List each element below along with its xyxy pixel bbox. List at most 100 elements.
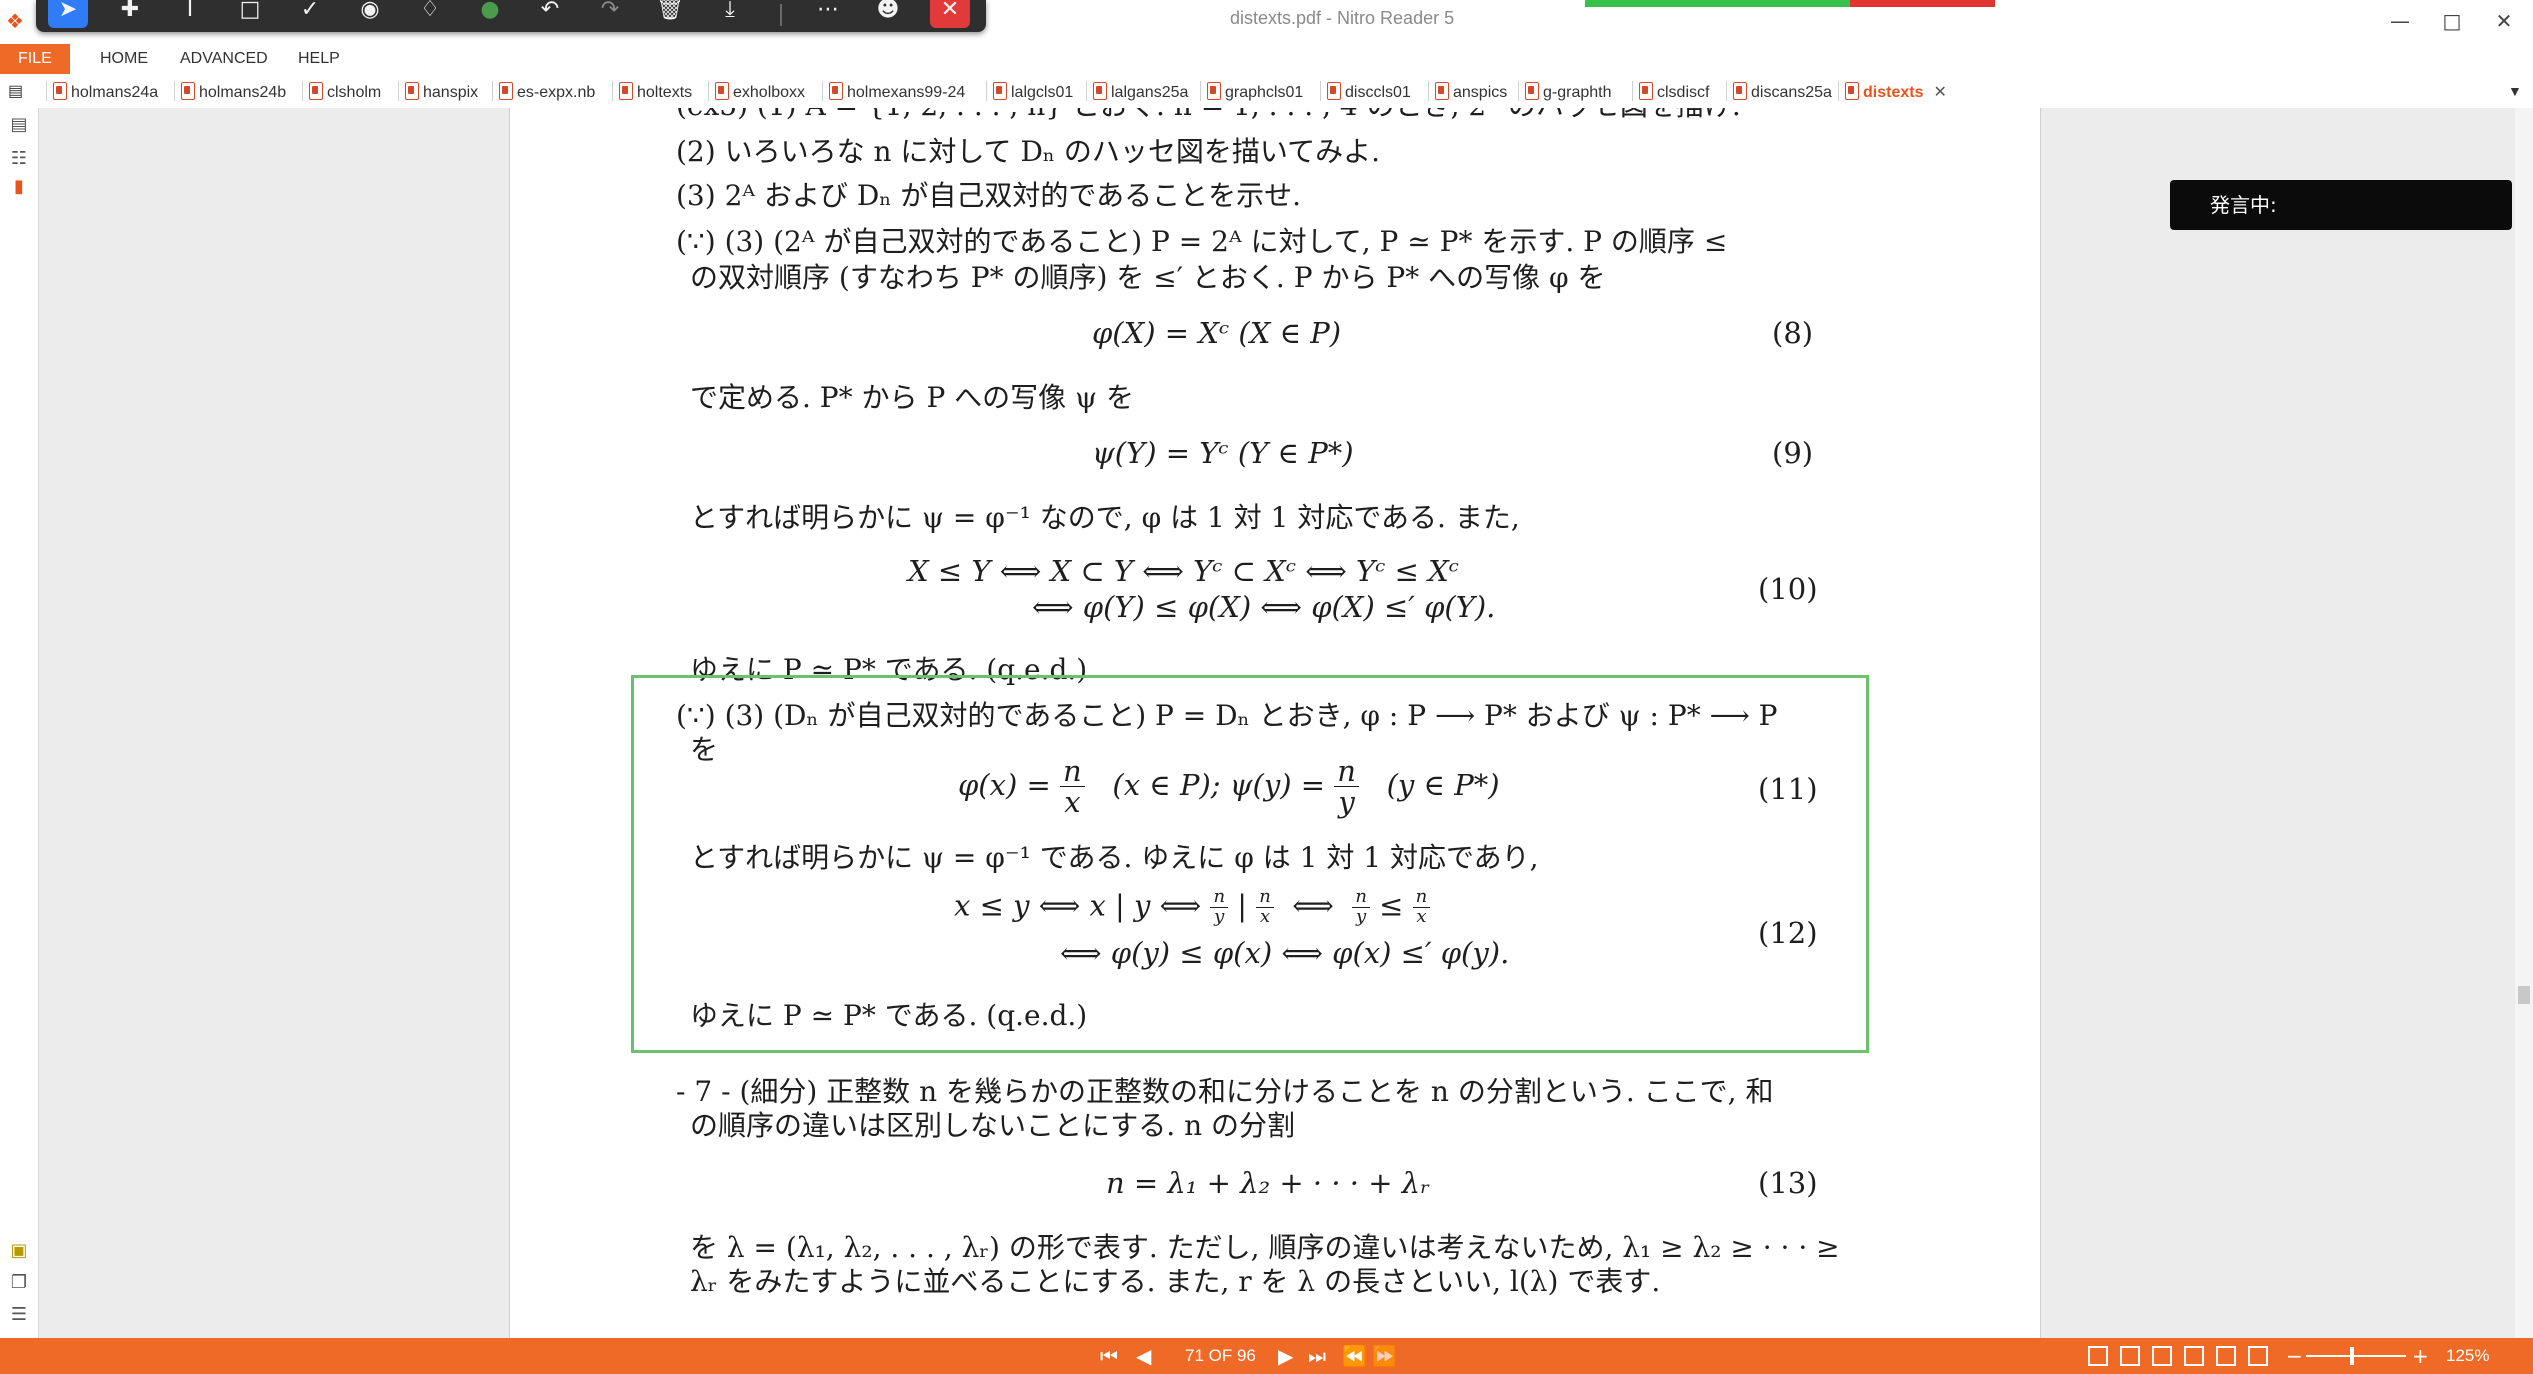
previous-page-icon[interactable]: ◀ bbox=[1136, 1344, 1151, 1368]
tab-overflow-chevron-icon[interactable]: ▼ bbox=[2508, 78, 2522, 104]
first-page-icon[interactable]: ⏮ bbox=[1100, 1344, 1118, 1368]
tab-graphcls01[interactable]: graphcls01 bbox=[1200, 80, 1303, 106]
equation-number: (9) bbox=[1772, 436, 1814, 470]
zoom-slider[interactable] bbox=[2306, 1355, 2406, 1357]
tab-disccls01[interactable]: disccls01 bbox=[1320, 80, 1411, 106]
tab-distexts-active[interactable]: distexts ✕ bbox=[1838, 80, 1947, 106]
close-window-button[interactable]: ✕ bbox=[2484, 6, 2524, 36]
pdf-file-icon bbox=[829, 82, 843, 100]
pdf-file-icon bbox=[1525, 82, 1539, 100]
comments-icon[interactable]: ▣ bbox=[8, 1240, 30, 1262]
document-view[interactable]: (ex5) (1) A = {1, 2, . . . , n} とおく. n =… bbox=[39, 108, 2515, 1338]
vertical-scrollbar[interactable] bbox=[2515, 108, 2533, 1338]
equation-10-line2: ⟺ φ(Y) ≤ φ(X) ⟺ φ(X) ≤′ φ(Y). bbox=[1032, 590, 1496, 624]
next-view-icon[interactable]: ⏩ bbox=[1372, 1344, 1397, 1368]
text-cursor-icon[interactable]: I bbox=[170, 0, 210, 28]
tab-holtexts[interactable]: holtexts bbox=[612, 80, 692, 106]
left-side-panel: ▤ ☷ ▮ ▣ ❐ ☰ bbox=[0, 108, 39, 1338]
tab-clsholm[interactable]: clsholm bbox=[302, 80, 381, 106]
tab-anspics[interactable]: anspics bbox=[1428, 80, 1507, 106]
pdf-file-icon bbox=[1733, 82, 1747, 100]
copy-pages-icon[interactable]: ❐ bbox=[8, 1272, 30, 1294]
pdf-page: (ex5) (1) A = {1, 2, . . . , n} とおく. n =… bbox=[509, 108, 2041, 1338]
select-arrow-icon[interactable]: ➤ bbox=[48, 0, 88, 28]
pan-move-icon[interactable]: ✚ bbox=[110, 0, 150, 28]
rectangle-annotation[interactable] bbox=[631, 675, 1869, 1053]
doc-line: で定める. P* から P への写像 ψ を bbox=[690, 381, 1134, 414]
menu-home[interactable]: HOME bbox=[100, 44, 148, 74]
facing-continuous-view-icon[interactable] bbox=[2184, 1346, 2204, 1366]
zoom-in-icon[interactable]: + bbox=[2412, 1344, 2429, 1368]
title-bar: ❖ distexts.pdf - Nitro Reader 5 — □ ✕ ➤ … bbox=[0, 0, 2533, 44]
color-circle-icon[interactable]: ● bbox=[470, 0, 510, 28]
doc-line: λᵣ をみたすように並べることにする. また, r を λ の長さといい, l(… bbox=[690, 1265, 1661, 1298]
undo-icon[interactable]: ↶ bbox=[530, 0, 570, 28]
redo-icon[interactable]: ↷ bbox=[590, 0, 630, 28]
equation-number: (10) bbox=[1758, 572, 1818, 606]
download-icon[interactable]: ⤓ bbox=[710, 0, 750, 28]
more-options-icon[interactable]: ⋯ bbox=[808, 0, 848, 28]
next-page-icon[interactable]: ▶ bbox=[1278, 1344, 1293, 1368]
zoom-slider-handle[interactable] bbox=[2350, 1347, 2354, 1365]
close-toolbar-icon[interactable]: ✕ bbox=[930, 0, 970, 28]
bookmarks-icon[interactable] bbox=[8, 144, 30, 166]
document-tab-bar: ▤ holmans24a holmans24b clsholm hanspix … bbox=[0, 74, 2533, 109]
doc-line: (2) いろいろな n に対して Dₙ のハッセ図を描いてみよ. bbox=[676, 135, 1380, 168]
pdf-file-icon bbox=[1093, 82, 1107, 100]
page-indicator[interactable]: 71 OF 96 bbox=[1185, 1346, 1256, 1366]
floating-toolbar: ➤ ✚ I □ ✓ ◉ ♢ ● ↶ ↷ 🗑 ⤓ ⋯ ☻ ✕ bbox=[36, 0, 986, 32]
doc-line: の双対順序 (すなわち P* の順序) を ≤′ とおく. P から P* への… bbox=[690, 261, 1606, 294]
pdf-file-icon bbox=[499, 82, 513, 100]
pdf-file-icon bbox=[1327, 82, 1341, 100]
tab-g-graphth[interactable]: g-graphth bbox=[1518, 80, 1612, 106]
continuous-view-icon[interactable] bbox=[2120, 1346, 2140, 1366]
menu-help[interactable]: HELP bbox=[298, 44, 340, 74]
tab-hanspix[interactable]: hanspix bbox=[398, 80, 478, 106]
nitro-app-icon[interactable]: ❖ bbox=[6, 10, 26, 32]
pdf-file-icon bbox=[715, 82, 729, 100]
tab-list-icon[interactable]: ▤ bbox=[8, 79, 23, 105]
checkmark-icon[interactable]: ✓ bbox=[290, 0, 330, 28]
doc-line: (ex5) (1) A = {1, 2, . . . , n} とおく. n =… bbox=[676, 108, 1741, 124]
zoom-out-icon[interactable]: − bbox=[2286, 1344, 2303, 1368]
tab-lalgans25a[interactable]: lalgans25a bbox=[1086, 80, 1188, 106]
tab-holmans24a[interactable]: holmans24a bbox=[46, 80, 158, 106]
doc-line: (∵) (3) (2ᴬ が自己双対的であること) P = 2ᴬ に対して, P … bbox=[676, 225, 1728, 258]
tab-es-expx[interactable]: es-expx.nb bbox=[492, 80, 595, 106]
minimize-button[interactable]: — bbox=[2380, 6, 2420, 36]
single-page-view-icon[interactable] bbox=[2088, 1346, 2108, 1366]
delete-trash-icon[interactable]: 🗑 bbox=[650, 0, 690, 28]
equation-10-line1: X ≤ Y ⟺ X ⊂ Y ⟺ Yᶜ ⊂ Xᶜ ⟺ Yᶜ ≤ Xᶜ bbox=[908, 554, 1460, 588]
tab-clsdiscf[interactable]: clsdiscf bbox=[1632, 80, 1709, 106]
tab-holmexans99-24[interactable]: holmexans99-24 bbox=[822, 80, 965, 106]
user-settings-icon[interactable]: ☻ bbox=[868, 0, 908, 28]
stamp-icon[interactable]: ◉ bbox=[350, 0, 390, 28]
scrollbar-thumb[interactable] bbox=[2518, 986, 2530, 1004]
facing-view-icon[interactable] bbox=[2152, 1346, 2172, 1366]
pdf-file-icon bbox=[309, 82, 323, 100]
tab-holmans24b[interactable]: holmans24b bbox=[174, 80, 286, 106]
zoom-level[interactable]: 125% bbox=[2446, 1346, 2489, 1366]
tab-exholboxx[interactable]: exholboxx bbox=[708, 80, 805, 106]
tab-lalgcls01[interactable]: lalgcls01 bbox=[986, 80, 1073, 106]
last-page-icon[interactable]: ⏭ bbox=[1308, 1344, 1326, 1368]
rectangle-select-icon[interactable]: □ bbox=[230, 0, 270, 28]
equation-9: ψ(Y) = Yᶜ (Y ∈ P*) bbox=[1092, 436, 1354, 470]
doc-line: とすれば明らかに ψ = φ⁻¹ なので, φ は 1 対 1 対応である. ま… bbox=[690, 501, 1520, 534]
previous-view-icon[interactable]: ⏪ bbox=[1342, 1344, 1367, 1368]
fullscreen-view-icon[interactable] bbox=[2216, 1346, 2236, 1366]
layers-list-icon[interactable]: ☰ bbox=[8, 1304, 30, 1326]
tab-discans25a[interactable]: discans25a bbox=[1726, 80, 1832, 106]
bookmark-ribbon-icon[interactable]: ▮ bbox=[8, 176, 30, 198]
menu-advanced[interactable]: ADVANCED bbox=[180, 44, 268, 74]
eraser-icon[interactable]: ♢ bbox=[410, 0, 450, 28]
progress-strip-red bbox=[1850, 0, 1995, 7]
presentation-view-icon[interactable] bbox=[2248, 1346, 2268, 1366]
pdf-file-icon bbox=[53, 82, 67, 100]
status-bar: ⏮ ◀ 71 OF 96 ▶ ⏭ ⏪ ⏩ − + 125% bbox=[0, 1338, 2533, 1374]
close-tab-icon[interactable]: ✕ bbox=[1933, 84, 1946, 101]
equation-13: n = λ₁ + λ₂ + · · · + λᵣ bbox=[1106, 1166, 1431, 1200]
pages-thumbnail-icon[interactable]: ▤ bbox=[8, 114, 30, 136]
maximize-button[interactable]: □ bbox=[2432, 6, 2472, 36]
menu-file[interactable]: FILE bbox=[0, 44, 70, 74]
